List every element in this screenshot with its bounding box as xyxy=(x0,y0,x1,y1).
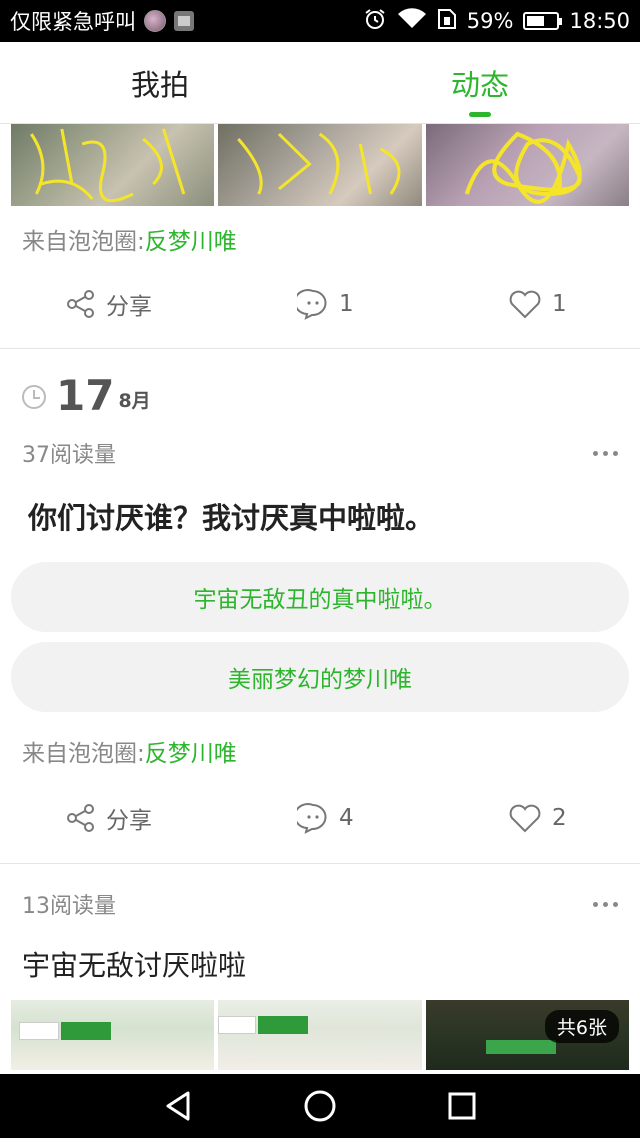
comment-count: 1 xyxy=(339,291,354,317)
like-count: 1 xyxy=(552,291,567,317)
navigation-bar xyxy=(0,1074,640,1138)
comment-icon xyxy=(297,289,327,320)
post-images: 共6张 xyxy=(0,1000,640,1070)
date-header: 17 8月 xyxy=(0,373,640,419)
comment-count: 4 xyxy=(339,805,354,831)
battery-icon xyxy=(523,12,563,30)
status-bar: 仅限紧急呼叫 59% 18:50 xyxy=(0,0,640,42)
post-source: 来自泡泡圈:反梦川唯 xyxy=(0,738,640,770)
tab-feed[interactable]: 动态 xyxy=(320,42,640,123)
clock-icon xyxy=(22,385,46,409)
source-circle-link[interactable]: 反梦川唯 xyxy=(145,229,237,255)
share-label: 分享 xyxy=(106,294,152,320)
post-actions: 分享 1 1 xyxy=(0,276,640,332)
read-count-row: 37阅读量 xyxy=(0,435,640,471)
share-icon xyxy=(67,290,94,318)
alarm-icon xyxy=(363,7,387,36)
post-image[interactable] xyxy=(425,124,629,206)
post-images xyxy=(0,124,640,206)
share-button[interactable]: 分享 xyxy=(66,801,152,835)
tab-my-photos[interactable]: 我拍 xyxy=(0,42,320,123)
read-count: 13阅读量 xyxy=(22,894,116,919)
like-count: 2 xyxy=(552,805,567,831)
comment-icon xyxy=(297,803,327,834)
poll-option-1[interactable]: 宇宙无敌丑的真中啦啦。 xyxy=(11,562,629,632)
top-tabs: 我拍 动态 xyxy=(0,42,640,124)
heart-icon xyxy=(509,290,541,319)
source-prefix: 来自泡泡圈: xyxy=(22,229,145,255)
home-button[interactable] xyxy=(280,1074,360,1138)
battery-percent: 59% xyxy=(466,9,514,33)
feed[interactable]: 来自泡泡圈:反梦川唯 分享 1 1 17 8月 37阅读量 你们讨厌谁？我讨厌真… xyxy=(0,124,640,1074)
divider xyxy=(0,348,640,349)
wifi-icon xyxy=(397,7,427,35)
like-button[interactable]: 2 xyxy=(508,803,567,833)
like-button[interactable]: 1 xyxy=(508,289,567,319)
share-label: 分享 xyxy=(106,808,152,834)
poll-question: 你们讨厌谁？我讨厌真中啦啦。 xyxy=(28,501,435,535)
post-image[interactable] xyxy=(11,1000,215,1070)
read-count: 37阅读量 xyxy=(22,443,116,468)
post-image[interactable] xyxy=(218,1000,422,1070)
poll-option-2[interactable]: 美丽梦幻的梦川唯 xyxy=(11,642,629,712)
post-image[interactable]: 共6张 xyxy=(425,1000,629,1070)
heart-icon xyxy=(509,804,541,833)
sim-icon xyxy=(437,8,457,35)
back-icon xyxy=(166,1091,190,1121)
divider xyxy=(0,863,640,864)
recents-icon xyxy=(448,1092,476,1120)
date-month: 8月 xyxy=(118,390,151,412)
post-source: 来自泡泡圈:反梦川唯 xyxy=(0,226,640,258)
share-icon xyxy=(67,804,94,832)
post-title: 宇宙无敌讨厌啦啦 xyxy=(22,949,247,982)
back-button[interactable] xyxy=(138,1074,218,1138)
share-button[interactable]: 分享 xyxy=(66,287,152,321)
post-actions: 分享 4 2 xyxy=(0,790,640,846)
post-image[interactable] xyxy=(11,124,215,206)
image-count-badge: 共6张 xyxy=(544,1010,619,1043)
comment-button[interactable]: 4 xyxy=(297,802,354,834)
more-icon[interactable] xyxy=(593,901,618,907)
comment-button[interactable]: 1 xyxy=(297,288,354,320)
source-prefix: 来自泡泡圈: xyxy=(22,741,145,767)
read-count-row: 13阅读量 xyxy=(0,886,640,922)
source-circle-link[interactable]: 反梦川唯 xyxy=(145,741,237,767)
clock-time: 18:50 xyxy=(569,9,630,33)
carrier-text: 仅限紧急呼叫 xyxy=(10,10,136,34)
date-day: 17 xyxy=(56,371,115,420)
gallery-notification-icon xyxy=(174,11,194,31)
notification-avatar-icon xyxy=(144,10,166,32)
recents-button[interactable] xyxy=(422,1074,502,1138)
more-icon[interactable] xyxy=(593,450,618,456)
home-icon xyxy=(304,1090,336,1122)
post-image[interactable] xyxy=(218,124,422,206)
